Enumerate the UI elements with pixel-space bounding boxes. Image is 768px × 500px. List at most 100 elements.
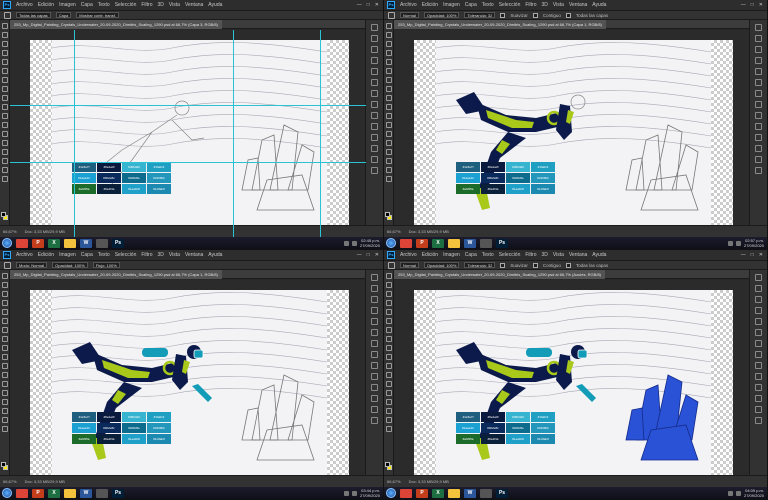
tool-icon[interactable]	[1, 113, 8, 119]
menu-item[interactable]: Filtro	[525, 252, 536, 258]
tool-preset-icon[interactable]	[388, 261, 395, 269]
document-size[interactable]: Doc: 3,33 MB/29,9 MB	[409, 479, 449, 484]
document-tab[interactable]: 253_Mp_Digital_Painting_Crystals_Underwa…	[394, 19, 606, 29]
tool-icon[interactable]	[1, 336, 8, 342]
panel-icon[interactable]	[371, 395, 378, 402]
network-icon[interactable]	[727, 240, 733, 246]
start-button[interactable]	[386, 488, 396, 498]
palette-swatch[interactable]: #0b2a5c	[481, 173, 505, 183]
tool-icon[interactable]	[1, 399, 8, 405]
palette-swatch[interactable]: #2296bb	[531, 173, 555, 183]
tool-icon[interactable]	[385, 50, 392, 56]
palette-swatch[interactable]: #2296bb	[147, 423, 171, 433]
palette-swatch[interactable]: #0b2a5c	[97, 423, 121, 433]
tool-icon[interactable]	[385, 282, 392, 288]
panel-icon[interactable]	[755, 123, 762, 130]
palette-swatch[interactable]: #0d6c8e	[506, 173, 530, 183]
palette-swatch[interactable]: #1aa1d2	[456, 173, 480, 183]
menu-item[interactable]: Filtro	[141, 2, 152, 8]
tool-icon[interactable]	[385, 318, 392, 324]
palette-swatch[interactable]: #1ea0c8	[506, 184, 530, 194]
canvas-area[interactable]: #1e5e7f #0a1a3f #36b4d0 #1fa0c3 #1aa1d2 #0b2a…	[10, 30, 365, 230]
window-control[interactable]: ✕	[375, 2, 379, 8]
panel-icon[interactable]	[371, 274, 378, 281]
app-taskbar-icon[interactable]	[96, 238, 108, 248]
tool-icon[interactable]	[1, 41, 8, 47]
tool-icon[interactable]	[385, 381, 392, 387]
network-icon[interactable]	[343, 490, 349, 496]
palette-swatch[interactable]: #0d6c8e	[506, 423, 530, 433]
window-control[interactable]: □	[751, 2, 754, 8]
tool-icon[interactable]	[1, 300, 8, 306]
explorer-taskbar-icon[interactable]	[448, 238, 460, 248]
start-button[interactable]	[2, 238, 12, 248]
tool-icon[interactable]	[385, 336, 392, 342]
document-size[interactable]: Doc: 3,33 MB/29,9 MB	[25, 479, 65, 484]
tool-icon[interactable]	[1, 68, 8, 74]
tool-icon[interactable]	[1, 372, 8, 378]
window-control[interactable]: —	[357, 252, 362, 258]
volume-icon[interactable]	[351, 490, 357, 496]
volume-icon[interactable]	[735, 490, 741, 496]
palette-swatch[interactable]: #36b4d0	[122, 162, 146, 172]
palette-swatch[interactable]: #1fa0c3	[147, 162, 171, 172]
tool-icon[interactable]	[385, 140, 392, 146]
window-control[interactable]: ✕	[759, 2, 763, 8]
volume-icon[interactable]	[351, 240, 357, 246]
option-field-2[interactable]: Mostrar contr. transf.	[76, 12, 119, 18]
menu-item[interactable]: Archivo	[400, 2, 417, 8]
menu-item[interactable]: Vista	[169, 252, 180, 258]
mode-field[interactable]: Normal	[400, 262, 419, 268]
panel-icon[interactable]	[371, 123, 378, 130]
panel-icon[interactable]	[371, 384, 378, 391]
palette-swatch[interactable]: #0a1f3a	[97, 434, 121, 444]
menu-item[interactable]: Filtro	[525, 2, 536, 8]
menu-item[interactable]: 3D	[542, 252, 548, 258]
tool-icon[interactable]	[1, 318, 8, 324]
panel-icon[interactable]	[755, 406, 762, 413]
palette-swatch[interactable]: #36b4d0	[122, 412, 146, 422]
window-control[interactable]: □	[367, 252, 370, 258]
panel-icon[interactable]	[371, 112, 378, 119]
palette-swatch[interactable]: #1aa1d2	[72, 173, 96, 183]
palette-swatch[interactable]: #1fa0c3	[531, 412, 555, 422]
menu-item[interactable]: Ayuda	[208, 252, 222, 258]
menu-item[interactable]: Archivo	[16, 252, 33, 258]
powerpoint-taskbar-icon[interactable]: P	[32, 488, 44, 498]
panel-icon[interactable]	[755, 362, 762, 369]
tool-icon[interactable]	[385, 23, 392, 29]
zoom-level[interactable]: 66,67%	[3, 229, 17, 234]
option-field-1[interactable]: Opacidad: 100%	[423, 12, 460, 18]
canvas-area[interactable]: #1e5e7f #0a1a3f #36b4d0 #1fa0c3 #1aa1d2 #0b2a…	[394, 30, 749, 230]
option-field-1[interactable]: Opacidad: 100%	[52, 262, 88, 268]
menu-item[interactable]: Imagen	[59, 252, 76, 258]
menu-item[interactable]: Edición	[422, 252, 438, 258]
zoom-level[interactable]: 66,67%	[3, 479, 17, 484]
palette-swatch[interactable]: #1e5e7f	[72, 412, 96, 422]
tool-icon[interactable]	[385, 345, 392, 351]
palette-swatch[interactable]: #1ea0c8	[122, 434, 146, 444]
panel-icon[interactable]	[371, 285, 378, 292]
tool-preset-icon[interactable]	[4, 11, 11, 19]
palette-swatch[interactable]: #36b4d0	[506, 412, 530, 422]
palette-swatch[interactable]: #1aa1d2	[456, 423, 480, 433]
palette-swatch[interactable]: #2296bb	[147, 173, 171, 183]
palette-swatch[interactable]: #0b2a5c	[97, 173, 121, 183]
menu-item[interactable]: Edición	[38, 252, 54, 258]
tool-icon[interactable]	[385, 95, 392, 101]
panel-icon[interactable]	[755, 134, 762, 141]
menu-item[interactable]: Selección	[499, 2, 521, 8]
tool-icon[interactable]	[1, 273, 8, 279]
panel-icon[interactable]	[371, 351, 378, 358]
word-taskbar-icon[interactable]: W	[80, 488, 92, 498]
palette-swatch[interactable]: #a4f45a	[456, 434, 480, 444]
option-checkbox[interactable]	[500, 262, 506, 268]
menu-item[interactable]: Selección	[115, 2, 137, 8]
mode-field[interactable]: Todas las capas	[16, 12, 51, 18]
tray-clock[interactable]: 02:57 p.m. 27/09/2020	[744, 238, 764, 248]
palette-swatch[interactable]: #1ea0c8	[506, 434, 530, 444]
photoshop-logo[interactable]: Ps	[3, 1, 11, 9]
excel-taskbar-icon[interactable]: X	[48, 488, 60, 498]
palette-swatch[interactable]: #a4f45a	[72, 184, 96, 194]
tool-icon[interactable]	[385, 372, 392, 378]
